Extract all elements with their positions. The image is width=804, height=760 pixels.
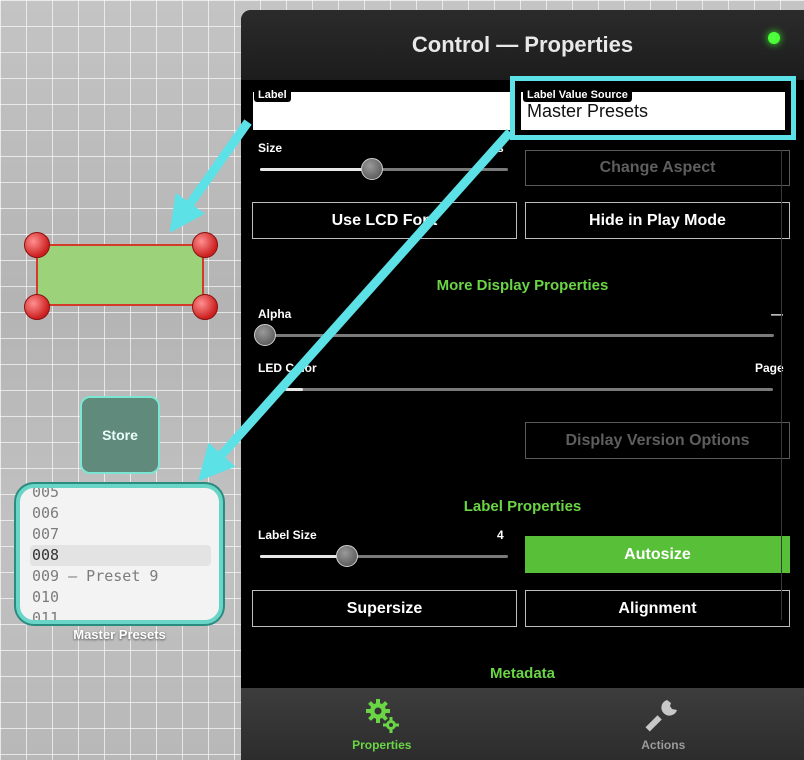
use-lcd-font-button[interactable]: Use LCD Font xyxy=(252,202,517,239)
alignment-button[interactable]: Alignment xyxy=(525,590,790,627)
alpha-slider[interactable] xyxy=(254,324,774,346)
list-caption: Master Presets xyxy=(73,627,166,642)
master-presets-list[interactable]: 005 006 007 008 009 — Preset 9 010 011 xyxy=(16,484,223,624)
led-color-slider[interactable] xyxy=(285,388,773,391)
size-slider[interactable] xyxy=(260,158,508,180)
metadata-heading: Metadata xyxy=(489,665,556,682)
size-slider-fill xyxy=(260,168,372,171)
tab-bar: Properties Actions xyxy=(241,688,804,760)
list-item[interactable]: 008 xyxy=(30,545,211,566)
tab-properties[interactable]: Properties xyxy=(241,688,523,760)
tab-actions[interactable]: Actions xyxy=(523,688,804,760)
led-color-label: LED Color xyxy=(258,361,317,375)
panel-title: Control — Properties xyxy=(411,32,634,57)
list-item[interactable]: 009 — Preset 9 xyxy=(30,566,211,587)
more-display-properties-heading: More Display Properties xyxy=(436,277,609,294)
autosize-button[interactable]: Autosize xyxy=(525,536,790,573)
list-item[interactable]: 007 xyxy=(30,524,211,545)
label-size-slider-knob[interactable] xyxy=(335,545,358,567)
size-slider-knob[interactable] xyxy=(360,158,383,180)
size-trailing: s xyxy=(497,141,504,155)
label-size-value: 4 xyxy=(497,528,504,542)
tab-properties-label: Properties xyxy=(352,738,412,752)
supersize-button[interactable]: Supersize xyxy=(252,590,517,627)
wrench-icon xyxy=(645,700,678,732)
label-value-source-tag: Label Value Source xyxy=(523,88,632,102)
alpha-label: Alpha xyxy=(258,307,292,321)
selected-control[interactable] xyxy=(36,244,204,306)
store-button[interactable]: Store xyxy=(80,396,160,474)
label-size-slider[interactable] xyxy=(260,545,508,567)
change-aspect-button[interactable]: Change Aspect xyxy=(525,150,790,186)
resize-handle-bottom-right[interactable] xyxy=(192,294,218,320)
label-field-tag: Label xyxy=(254,88,291,102)
panel-header: Control — Properties xyxy=(241,10,804,80)
list-item[interactable]: 005 xyxy=(30,488,211,503)
hide-in-play-mode-button[interactable]: Hide in Play Mode xyxy=(525,202,790,239)
resize-handle-top-right[interactable] xyxy=(192,232,218,258)
resize-handle-bottom-left[interactable] xyxy=(24,294,50,320)
list-item[interactable]: 010 xyxy=(30,587,211,608)
list-item[interactable]: 011 xyxy=(30,608,211,620)
list-item[interactable]: 006 xyxy=(30,503,211,524)
label-size-slider-fill xyxy=(260,555,347,558)
tab-actions-label: Actions xyxy=(641,738,686,752)
label-properties-heading: Label Properties xyxy=(463,498,582,515)
properties-panel: Control — Properties Label Master Preset… xyxy=(241,10,804,760)
gears-icon xyxy=(365,699,399,733)
led-color-trailing: Page xyxy=(755,361,784,375)
label-size-label: Label Size xyxy=(258,528,317,542)
panel-scrollbar[interactable] xyxy=(781,150,782,620)
display-version-options-button[interactable]: Display Version Options xyxy=(525,422,790,459)
status-indicator xyxy=(768,32,780,44)
led-color-slider-fill xyxy=(285,388,303,391)
resize-handle-top-left[interactable] xyxy=(24,232,50,258)
size-label: Size xyxy=(258,141,283,155)
label-input[interactable] xyxy=(253,92,511,130)
alpha-slider-knob[interactable] xyxy=(254,324,276,346)
